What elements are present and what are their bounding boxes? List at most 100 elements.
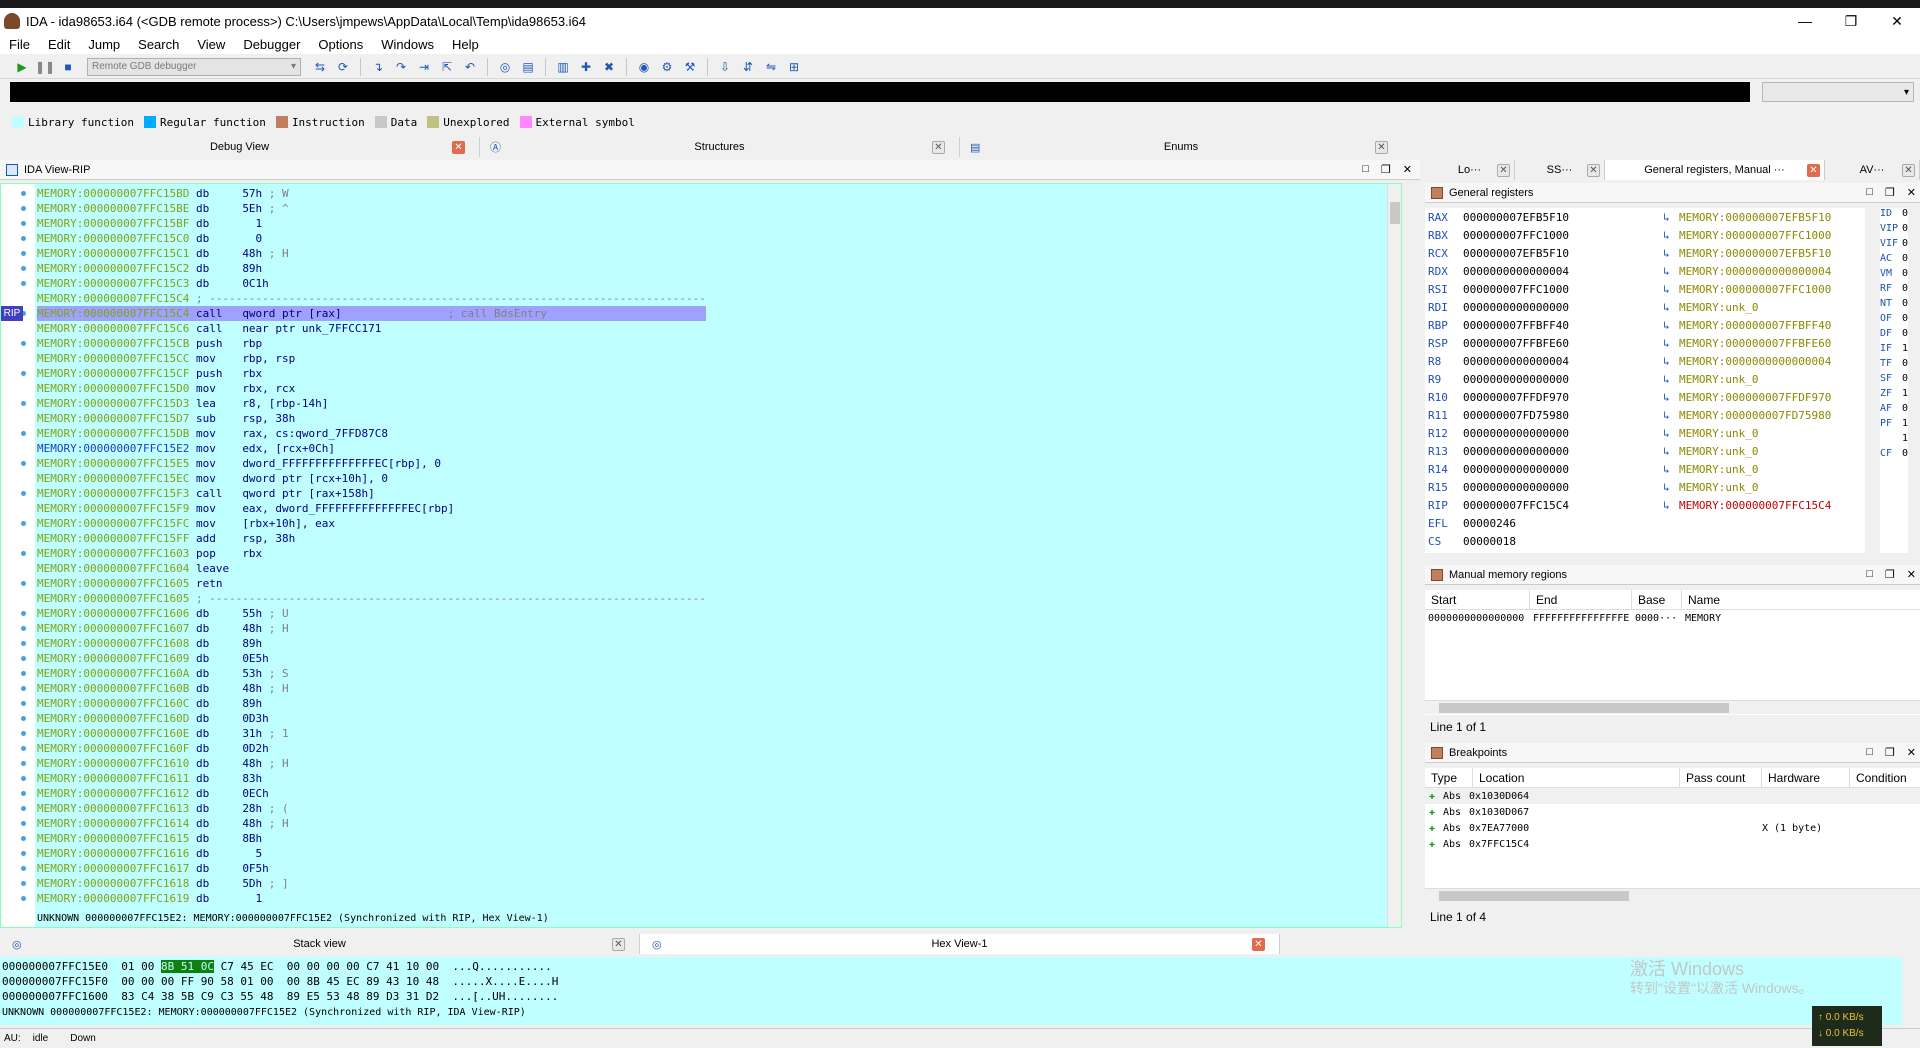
code-line[interactable]: MEMORY:000000007FFC15D0 mov rbx, rcx — [37, 381, 706, 396]
code-line[interactable]: MEMORY:000000007FFC1607 db 48h ; H — [37, 621, 706, 636]
close-icon[interactable]: ✕ — [1587, 163, 1600, 177]
register-value[interactable]: 00000246 — [1463, 517, 1663, 530]
breakpoint-dot[interactable] — [21, 251, 26, 256]
breakpoint-dot[interactable] — [21, 521, 26, 526]
col-location[interactable]: Location — [1473, 768, 1680, 787]
register-memory-ref[interactable]: MEMORY:000000007FFC15C4 — [1679, 499, 1831, 512]
code-line[interactable]: MEMORY:000000007FFC160C db 89h — [37, 696, 706, 711]
flag-value[interactable]: 0 — [1902, 373, 1908, 388]
hex-line[interactable]: 000000007FFC15E0 01 00 8B 51 0C C7 45 EC… — [2, 959, 558, 974]
breakpoint-dot[interactable] — [21, 641, 26, 646]
run-icon[interactable]: ▶ — [12, 58, 32, 76]
col-end[interactable]: End — [1530, 590, 1632, 609]
jump-arrow-icon[interactable]: ↳ — [1663, 337, 1679, 350]
code-line[interactable]: MEMORY:000000007FFC160A db 53h ; S — [37, 666, 706, 681]
register-row[interactable]: CS 00000018 — [1425, 532, 1865, 550]
register-row[interactable]: R12 0000000000000000 ↳ MEMORY:unk_0 — [1425, 424, 1865, 442]
flag-row[interactable]: PF 1 — [1880, 418, 1908, 433]
register-row[interactable]: R8 0000000000000004 ↳ MEMORY:00000000000000… — [1425, 352, 1865, 370]
jump-arrow-icon[interactable]: ↳ — [1663, 463, 1679, 476]
menu-file[interactable]: File — [0, 37, 39, 52]
register-value[interactable]: 0000000000000000 — [1463, 481, 1663, 494]
float-pane-icon[interactable]: ❐ — [1885, 186, 1895, 199]
register-memory-ref[interactable]: MEMORY:unk_0 — [1679, 481, 1758, 494]
code-line[interactable]: MEMORY:000000007FFC1609 db 0E5h — [37, 651, 706, 666]
breakpoint-dot[interactable] — [21, 776, 26, 781]
flag-row[interactable]: VIF 0 — [1880, 238, 1908, 253]
debugger-select[interactable]: Remote GDB debugger ▾ — [87, 57, 301, 76]
register-row[interactable]: SS00000008 — [1425, 550, 1865, 554]
code-line[interactable]: MEMORY:000000007FFC15C0 db 0 — [37, 231, 706, 246]
close-button[interactable]: ✕ — [1874, 8, 1920, 34]
code-line[interactable]: MEMORY:000000007FFC1612 db 0ECh — [37, 786, 706, 801]
flag-value[interactable]: 0 — [1902, 403, 1908, 418]
breakpoint-dot[interactable] — [21, 791, 26, 796]
tracing-icon[interactable]: ◉ — [634, 58, 654, 76]
register-memory-ref[interactable]: MEMORY:unk_0 — [1679, 445, 1758, 458]
code-line[interactable]: MEMORY:000000007FFC1616 db 5 — [37, 846, 706, 861]
code-line[interactable]: MEMORY:000000007FFC15D3 lea r8, [rbp-14h… — [37, 396, 706, 411]
breakpoint-dot[interactable] — [21, 266, 26, 271]
register-memory-ref[interactable]: MEMORY:000000007FFDF970 — [1679, 391, 1831, 404]
col-pass-count[interactable]: Pass count — [1680, 768, 1762, 787]
memory-regions-hscroll[interactable] — [1425, 700, 1920, 714]
register-row[interactable]: R9 0000000000000000 ↳ MEMORY:unk_0 — [1425, 370, 1865, 388]
breakpoint-dot[interactable] — [21, 626, 26, 631]
disassembly-listing[interactable]: MEMORY:000000007FFC15BD db 57h ; W MEMORY… — [37, 186, 706, 906]
code-line[interactable]: MEMORY:000000007FFC15C2 db 89h — [37, 261, 706, 276]
flag-row[interactable]: OF 0 — [1880, 313, 1908, 328]
close-pane-icon[interactable]: ✕ — [1907, 568, 1916, 581]
breakpoint-row[interactable]: ✚ Abs 0x7FFC15C4 — [1425, 836, 1920, 852]
breakpoint-dot[interactable] — [21, 281, 26, 286]
breakpoint-dot[interactable] — [21, 746, 26, 751]
step-out-icon[interactable]: ⇱ — [437, 58, 457, 76]
register-row[interactable]: R13 0000000000000000 ↳ MEMORY:unk_0 — [1425, 442, 1865, 460]
breakpoint-dot[interactable] — [21, 341, 26, 346]
code-line[interactable]: MEMORY:000000007FFC160F db 0D2h — [37, 741, 706, 756]
trace-func-icon[interactable]: ⚙ — [657, 58, 677, 76]
breakpoint-dot[interactable] — [21, 806, 26, 811]
hex-line[interactable]: 000000007FFC1600 83 C4 38 5B C9 C3 55 48… — [2, 989, 558, 1004]
close-icon[interactable]: ✕ — [1497, 163, 1510, 177]
code-line[interactable]: MEMORY:000000007FFC15CB push rbp — [37, 336, 706, 351]
jump-arrow-icon[interactable]: ↳ — [1663, 481, 1679, 494]
minimize-pane-icon[interactable]: □ — [1866, 186, 1873, 199]
col-name[interactable]: Name — [1682, 590, 1802, 609]
flag-row[interactable]: VM 0 — [1880, 268, 1908, 283]
tab-structures[interactable]: Ⓐ Structures ✕ — [480, 137, 960, 157]
breakpoint-dot[interactable] — [21, 611, 26, 616]
flag-value[interactable]: 1 — [1902, 388, 1908, 403]
register-value[interactable]: 000000007FD75980 — [1463, 409, 1663, 422]
show-ip-icon[interactable]: ◎ — [495, 58, 515, 76]
col-type[interactable]: Type — [1425, 768, 1473, 787]
tab-stack-view[interactable]: ◎ Stack view ✕ — [0, 934, 640, 954]
menu-jump[interactable]: Jump — [79, 37, 129, 52]
code-line[interactable]: MEMORY:000000007FFC15F3 call qword ptr [… — [37, 486, 706, 501]
flag-value[interactable]: 0 — [1902, 268, 1908, 283]
register-value[interactable]: 00000018 — [1463, 535, 1663, 548]
breakpoint-dot[interactable] — [21, 836, 26, 841]
tab-enums[interactable]: ▤ Enums ✕ — [960, 137, 1402, 157]
code-line[interactable]: MEMORY:000000007FFC15C4 call qword ptr [… — [37, 306, 706, 321]
register-row[interactable]: EFL 00000246 — [1425, 514, 1865, 532]
code-line[interactable]: MEMORY:000000007FFC15CC mov rbp, rsp — [37, 351, 706, 366]
code-line[interactable]: MEMORY:000000007FFC160E db 31h ; 1 — [37, 726, 706, 741]
jump-arrow-icon[interactable]: ↳ — [1663, 373, 1679, 386]
hex-line[interactable]: 000000007FFC15F0 00 00 00 FF 90 58 01 00… — [2, 974, 558, 989]
register-row[interactable]: R14 0000000000000000 ↳ MEMORY:unk_0 — [1425, 460, 1865, 478]
breakpoint-dot[interactable] — [21, 551, 26, 556]
breakpoint-dot[interactable] — [21, 686, 26, 691]
code-line[interactable]: MEMORY:000000007FFC160B db 48h ; H — [37, 681, 706, 696]
breakpoint-list-icon[interactable]: ▥ — [553, 58, 573, 76]
jump-arrow-icon[interactable]: ↳ — [1663, 409, 1679, 422]
register-memory-ref[interactable]: MEMORY:000000007EFB5F10 — [1679, 247, 1831, 260]
minimize-pane-icon[interactable]: □ — [1866, 568, 1873, 581]
run-to-cursor-icon[interactable]: ⇥ — [414, 58, 434, 76]
jump-arrow-icon[interactable]: ↳ — [1663, 247, 1679, 260]
flag-row[interactable]: NT 0 — [1880, 298, 1908, 313]
code-line[interactable]: MEMORY:000000007FFC1603 pop rbx — [37, 546, 706, 561]
breakpoint-dot[interactable] — [21, 491, 26, 496]
register-memory-ref[interactable]: MEMORY:unk_0 — [1679, 463, 1758, 476]
register-value[interactable]: 000000007EFB5F10 — [1463, 211, 1663, 224]
register-memory-ref[interactable]: MEMORY:0000000000000004 — [1679, 355, 1831, 368]
